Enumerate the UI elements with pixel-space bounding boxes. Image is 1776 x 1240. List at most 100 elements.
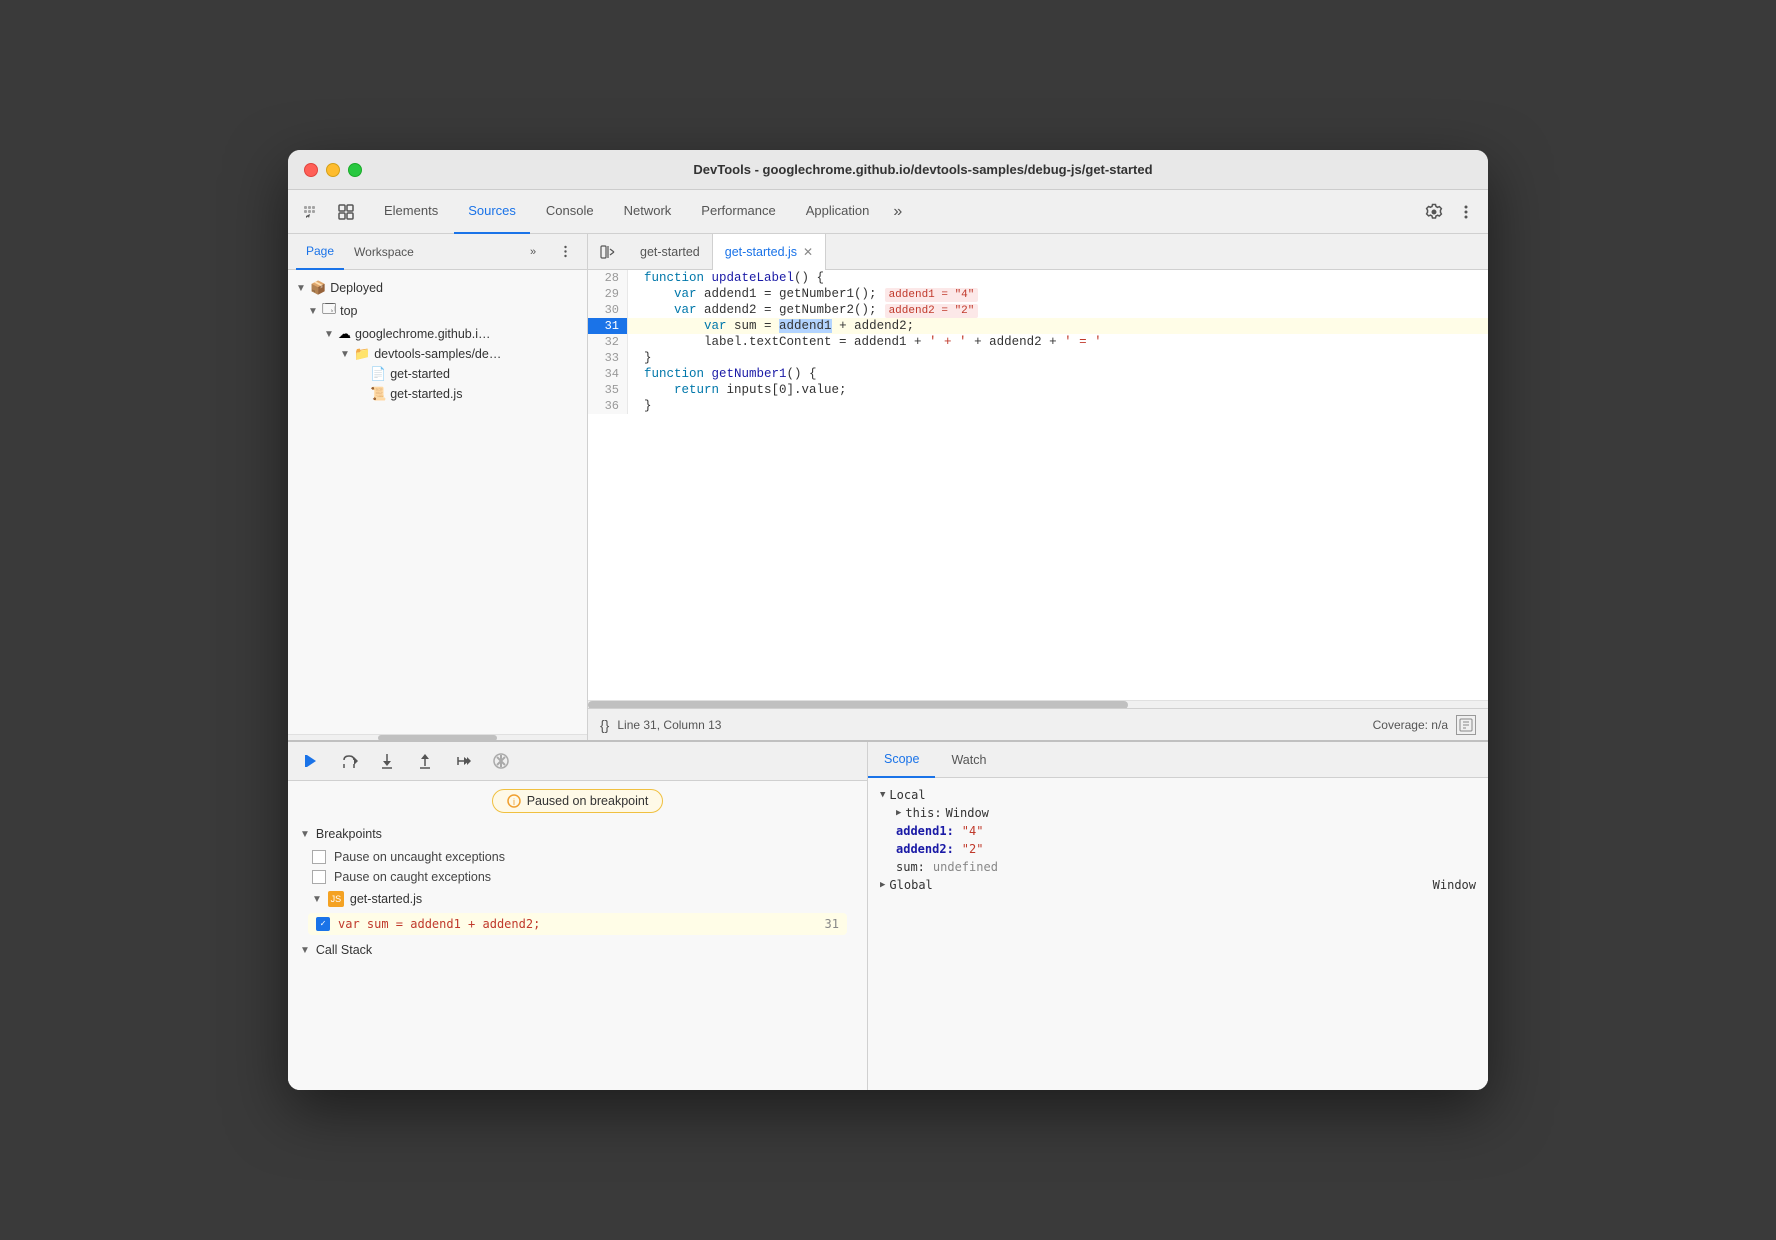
pause-caught-label: Pause on caught exceptions <box>334 870 491 884</box>
scope-tab-scope[interactable]: Scope <box>868 742 935 778</box>
tab-elements[interactable]: Elements <box>370 190 452 234</box>
line-content-28: function updateLabel() { <box>628 270 1488 286</box>
pause-uncaught-checkbox[interactable] <box>312 850 326 864</box>
line-number-32[interactable]: 32 <box>588 334 628 350</box>
left-more-button[interactable]: » <box>519 238 547 266</box>
collapse-navigator-icon[interactable] <box>596 240 620 264</box>
inspect-icon[interactable] <box>332 198 360 226</box>
tab-performance[interactable]: Performance <box>687 190 789 234</box>
scope-addend2-item: addend2: "2" <box>896 840 1476 858</box>
left-subtabs: Page Workspace » <box>288 234 587 270</box>
tab-console[interactable]: Console <box>532 190 608 234</box>
html-file-icon: 📄 <box>370 366 386 382</box>
breakpoints-header[interactable]: ▼ Breakpoints <box>300 821 855 847</box>
cursor-icon[interactable] <box>296 198 324 226</box>
bp-code-text: var sum = addend1 + addend2; <box>338 917 825 931</box>
tree-get-started[interactable]: 📄 get-started <box>288 364 587 384</box>
line-content-33: } <box>628 350 1488 366</box>
top-tab-end-buttons <box>1420 198 1480 226</box>
code-line-34: 34 function getNumber1() { <box>588 366 1488 382</box>
editor-tab-get-started-js[interactable]: get-started.js ✕ <box>713 234 826 270</box>
line-number-30[interactable]: 30 <box>588 302 628 318</box>
bp-checked-icon[interactable]: ✓ <box>316 917 330 931</box>
tree-googlechrome[interactable]: ▼ ☁ googlechrome.github.i… <box>288 324 587 344</box>
tree-deployed[interactable]: ▼ 📦 Deployed <box>288 278 587 298</box>
callstack-header[interactable]: ▼ Call Stack <box>300 937 855 963</box>
pause-uncaught-item[interactable]: Pause on uncaught exceptions <box>300 847 855 867</box>
left-subtab-more: » <box>519 238 579 266</box>
tree-top[interactable]: ▼ 🗔 top <box>288 298 587 324</box>
scope-this-key: this: <box>905 806 941 820</box>
step-into-button[interactable] <box>376 750 398 772</box>
code-line-36: 36 } <box>588 398 1488 414</box>
scope-tab-watch[interactable]: Watch <box>935 742 1002 778</box>
scope-local-header[interactable]: ▼ Local <box>880 786 1476 804</box>
left-options-button[interactable] <box>551 238 579 266</box>
pause-caught-checkbox[interactable] <box>312 870 326 884</box>
left-panel: Page Workspace » <box>288 234 588 740</box>
settings-icon[interactable] <box>1420 198 1448 226</box>
code-line-28: 28 function updateLabel() { <box>588 270 1488 286</box>
paused-text: Paused on breakpoint <box>527 794 649 808</box>
cloud-icon: ☁ <box>338 326 351 342</box>
deactivate-breakpoints-button[interactable] <box>490 750 512 772</box>
more-tabs-button[interactable]: » <box>885 190 910 234</box>
minimize-button[interactable] <box>326 163 340 177</box>
tab-sources[interactable]: Sources <box>454 190 530 234</box>
scope-global-label: Global <box>889 878 932 892</box>
line-number-35[interactable]: 35 <box>588 382 628 398</box>
scope-this-item[interactable]: ▶ this: Window <box>896 804 1476 822</box>
scope-local-arrow-icon: ▼ <box>880 790 885 800</box>
breakpoint-item[interactable]: ✓ var sum = addend1 + addend2; 31 <box>308 913 847 935</box>
pause-caught-item[interactable]: Pause on caught exceptions <box>300 867 855 887</box>
step-out-button[interactable] <box>414 750 436 772</box>
breakpoint-filename: get-started.js <box>350 892 422 906</box>
breakpoints-label: Breakpoints <box>316 827 382 841</box>
top-tab-icons <box>296 198 360 226</box>
editor-tab-get-started[interactable]: get-started <box>628 234 713 270</box>
maximize-button[interactable] <box>348 163 362 177</box>
editor-tabs: get-started get-started.js ✕ <box>588 234 1488 270</box>
js-file-icon: 📜 <box>370 386 386 402</box>
scope-panel: Scope Watch ▼ Local ▶ this: <box>868 742 1488 1090</box>
line-content-34: function getNumber1() { <box>628 366 1488 382</box>
line-number-28[interactable]: 28 <box>588 270 628 286</box>
code-lines: 28 function updateLabel() { 29 var adden… <box>588 270 1488 414</box>
debug-panel: i Paused on breakpoint ▼ Breakpoints Pau… <box>288 742 868 1090</box>
step-button[interactable] <box>452 750 474 772</box>
line-number-31[interactable]: 31 <box>588 318 628 334</box>
code-editor[interactable]: 28 function updateLabel() { 29 var adden… <box>588 270 1488 700</box>
breakpoints-section: ▼ Breakpoints Pause on uncaught exceptio… <box>288 821 867 937</box>
subtab-workspace[interactable]: Workspace <box>344 234 424 270</box>
coverage-panel-icon[interactable] <box>1456 715 1476 735</box>
tab-application[interactable]: Application <box>792 190 884 234</box>
line-number-36[interactable]: 36 <box>588 398 628 414</box>
step-over-button[interactable] <box>338 750 360 772</box>
close-button[interactable] <box>304 163 318 177</box>
more-options-icon[interactable] <box>1452 198 1480 226</box>
tree-devtools-samples[interactable]: ▼ 📁 devtools-samples/de… <box>288 344 587 364</box>
code-line-35: 35 return inputs[0].value; <box>588 382 1488 398</box>
bp-file-arrow-icon: ▼ <box>312 894 322 905</box>
callstack-section: ▼ Call Stack <box>288 937 867 963</box>
close-tab-icon[interactable]: ✕ <box>803 245 813 259</box>
line-number-33[interactable]: 33 <box>588 350 628 366</box>
scope-global-item[interactable]: ▶ Global Window <box>880 876 1476 894</box>
tree-get-started-js[interactable]: 📜 get-started.js <box>288 384 587 404</box>
code-line-30: 30 var addend2 = getNumber2();addend2 = … <box>588 302 1488 318</box>
resume-button[interactable] <box>300 750 322 772</box>
scope-local-items: ▶ this: Window addend1: "4" addend2: "2" <box>880 804 1476 876</box>
folder-icon: 📁 <box>354 346 370 362</box>
right-panel: get-started get-started.js ✕ 28 function… <box>588 234 1488 740</box>
tree-arrow: ▼ <box>340 349 350 360</box>
horizontal-scrollbar[interactable] <box>588 700 1488 708</box>
line-number-34[interactable]: 34 <box>588 366 628 382</box>
position-text: Line 31, Column 13 <box>617 718 721 732</box>
scope-sum-key: sum: <box>896 860 925 874</box>
tab-network[interactable]: Network <box>610 190 686 234</box>
line-number-29[interactable]: 29 <box>588 286 628 302</box>
titlebar: DevTools - googlechrome.github.io/devtoo… <box>288 150 1488 190</box>
subtab-page[interactable]: Page <box>296 234 344 270</box>
callstack-label: Call Stack <box>316 943 372 957</box>
scope-content: ▼ Local ▶ this: Window addend1: "4" <box>868 778 1488 1090</box>
